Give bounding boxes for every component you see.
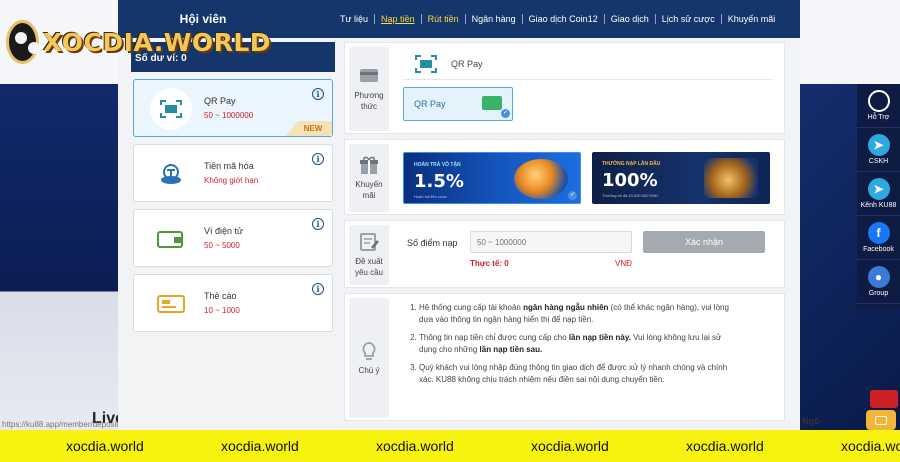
sidebar-item-cskh[interactable]: ➤ CSKH bbox=[857, 128, 900, 172]
site-left-background bbox=[0, 84, 118, 430]
watermark-bar: xocdia.world xocdia.world xocdia.world x… bbox=[0, 430, 900, 462]
qr-scan-icon bbox=[415, 55, 437, 73]
lightbulb-icon bbox=[362, 341, 376, 360]
chat-icon bbox=[875, 415, 887, 425]
member-nav: Tư liệu Nạp tiền Rút tiền Ngân hàng Giao… bbox=[334, 14, 781, 24]
method-range: 50 ~ 1000000 bbox=[204, 111, 254, 120]
watermark-text: xocdia.world bbox=[841, 438, 900, 454]
crypto-coin-icon bbox=[150, 153, 192, 195]
promotion-section: Khuyến mãi HOÀN TRẢ VÔ TẬN 1.5% Hoàn trả… bbox=[344, 139, 785, 215]
deposit-form: Phương thức QR Pay QR Pay ✓ Khuyến mãi H… bbox=[344, 42, 785, 430]
notes-list: Hệ thống cung cấp tài khoản ngân hàng ng… bbox=[405, 302, 735, 392]
info-icon[interactable]: i bbox=[312, 153, 324, 165]
method-name: QR Pay bbox=[204, 96, 236, 106]
selected-method-title: QR Pay bbox=[415, 55, 483, 73]
method-crypto[interactable]: Tiền mã hóa Không giới hạn i bbox=[133, 144, 333, 202]
promotion-label: Khuyến mãi bbox=[349, 144, 389, 212]
watermark-text: xocdia.world bbox=[686, 438, 764, 454]
info-icon[interactable]: i bbox=[312, 283, 324, 295]
sidebar-item-facebook[interactable]: f Facebook bbox=[857, 216, 900, 260]
qr-scan-icon bbox=[150, 88, 192, 130]
watermark-text: xocdia.world bbox=[531, 438, 609, 454]
tab-transactions[interactable]: Giao dịch bbox=[605, 14, 656, 24]
status-url-text: https://ku88.app/member/deposit bbox=[2, 420, 119, 429]
telegram-icon: ➤ bbox=[867, 178, 890, 200]
chat-button[interactable] bbox=[866, 410, 896, 430]
currency-label: VNĐ bbox=[615, 259, 632, 268]
notes-label: Chú ý bbox=[349, 298, 389, 418]
promo-coin-illustration bbox=[514, 159, 568, 199]
tab-deposit[interactable]: Nạp tiền bbox=[375, 14, 422, 24]
method-e-wallet[interactable]: Ví điện tử 50 ~ 5000 i bbox=[133, 209, 333, 267]
method-name: Tiền mã hóa bbox=[204, 161, 254, 171]
edit-form-icon bbox=[360, 233, 379, 251]
amount-input[interactable] bbox=[470, 231, 632, 253]
new-badge: NEW bbox=[286, 121, 332, 136]
sidebar-item-group[interactable]: ● Group bbox=[857, 260, 900, 304]
watermark-text: xocdia.world bbox=[66, 438, 144, 454]
watermark-text: xocdia.world bbox=[221, 438, 299, 454]
request-label: Đề xuất yêu cầu bbox=[349, 225, 389, 285]
method-range: 10 ~ 1000 bbox=[204, 306, 240, 315]
info-icon[interactable]: i bbox=[312, 88, 324, 100]
payment-method-list: Số dư ví: 0 QR Pay 50 ~ 1000000 i NEW Ti… bbox=[131, 42, 335, 430]
site-logo[interactable]: XOCDIA.WORLD bbox=[6, 20, 271, 64]
sidebar-item-channel[interactable]: ➤ Kênh KU88 bbox=[857, 172, 900, 216]
note-item: Thông tin nạp tiền chỉ được cung cấp cho… bbox=[419, 332, 735, 356]
method-range: 50 ~ 5000 bbox=[204, 241, 240, 250]
amount-section: Đề xuất yêu cầu Số điểm nạp Thực tế: 0 V… bbox=[344, 220, 785, 288]
tab-bet-history[interactable]: Lịch sử cược bbox=[656, 14, 722, 24]
payment-method-label: Phương thức bbox=[349, 47, 389, 131]
tab-promotions[interactable]: Khuyến mãi bbox=[722, 14, 782, 24]
actual-amount: Thực tế: 0 bbox=[470, 259, 509, 268]
card-icon bbox=[150, 283, 192, 325]
method-name: Ví điện tử bbox=[204, 226, 244, 236]
notes-section: Chú ý Hệ thống cung cấp tài khoản ngân h… bbox=[344, 293, 785, 421]
promo-banner-rebate[interactable]: HOÀN TRẢ VÔ TẬN 1.5% Hoàn trả liên cược … bbox=[403, 152, 581, 204]
check-icon: ✓ bbox=[568, 191, 577, 200]
tab-bank[interactable]: Ngân hàng bbox=[466, 14, 523, 24]
card-icon bbox=[482, 96, 502, 110]
confirm-button[interactable]: Xác nhận bbox=[643, 231, 765, 253]
info-icon[interactable]: i bbox=[312, 218, 324, 230]
background-text-ngo: Ngô bbox=[802, 416, 820, 426]
payment-method-section: Phương thức QR Pay QR Pay ✓ bbox=[344, 42, 785, 134]
headset-icon bbox=[867, 90, 890, 112]
method-scratch-card[interactable]: Thẻ cào 10 ~ 1000 i bbox=[133, 274, 333, 332]
promo-banner-first-deposit[interactable]: THƯỞNG NẠP LẦN ĐẦU 100% Thưởng tối đa 20… bbox=[592, 152, 770, 204]
modal-body: Số dư ví: 0 QR Pay 50 ~ 1000000 i NEW Ti… bbox=[118, 38, 800, 430]
tab-coin12[interactable]: Giao dịch Coin12 bbox=[523, 14, 605, 24]
payment-card-icon bbox=[360, 69, 378, 82]
tab-profile[interactable]: Tư liệu bbox=[334, 14, 376, 24]
section-divider bbox=[403, 79, 773, 80]
facebook-icon: f bbox=[867, 222, 890, 244]
promo-chest-illustration bbox=[704, 158, 758, 198]
method-range: Không giới hạn bbox=[204, 176, 259, 185]
amount-label: Số điểm nạp bbox=[407, 238, 458, 248]
check-icon: ✓ bbox=[501, 109, 510, 118]
method-qr-pay[interactable]: QR Pay 50 ~ 1000000 i NEW bbox=[133, 79, 333, 137]
watermark-text: xocdia.world bbox=[376, 438, 454, 454]
member-modal: Hội viên Tư liệu Nạp tiền Rút tiền Ngân … bbox=[118, 0, 800, 430]
gift-icon bbox=[360, 156, 378, 174]
logo-icon bbox=[6, 20, 40, 64]
promo-floating-badge[interactable] bbox=[870, 390, 898, 408]
sidebar-item-support[interactable]: Hỗ Trợ bbox=[857, 84, 900, 128]
note-item: Hệ thống cung cấp tài khoản ngân hàng ng… bbox=[419, 302, 735, 326]
telegram-icon: ➤ bbox=[867, 134, 890, 156]
floating-contact-sidebar: Hỗ Trợ ➤ CSKH ➤ Kênh KU88 f Facebook ● G… bbox=[857, 84, 900, 309]
note-item: Quý khách vui lòng nhập đúng thông tin g… bbox=[419, 362, 735, 386]
group-icon: ● bbox=[867, 266, 890, 288]
qr-pay-channel-option[interactable]: QR Pay ✓ bbox=[403, 87, 513, 121]
tab-withdraw[interactable]: Rút tiền bbox=[422, 14, 466, 24]
wallet-icon bbox=[150, 218, 192, 260]
method-name: Thẻ cào bbox=[204, 291, 237, 301]
